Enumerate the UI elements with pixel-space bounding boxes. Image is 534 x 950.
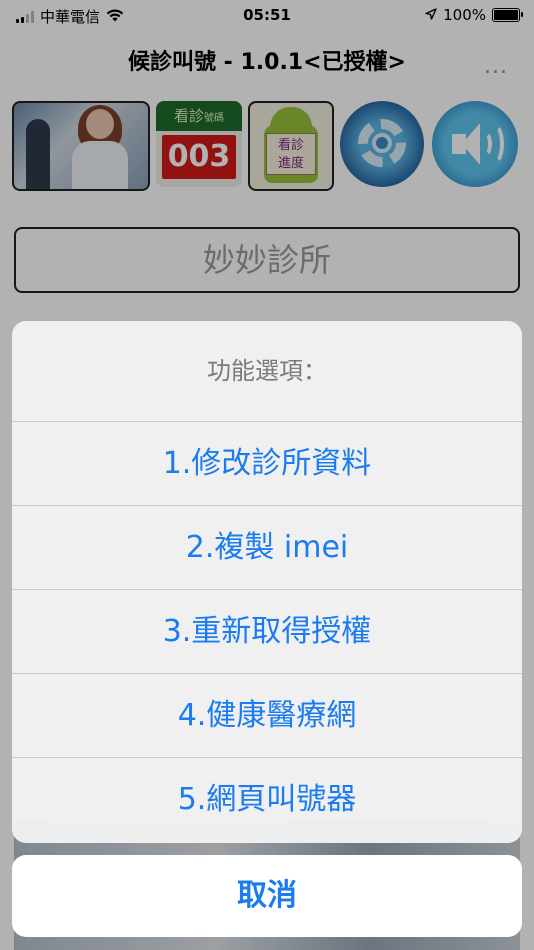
option-health-network[interactable]: 4.健康醫療網	[12, 674, 522, 758]
option-copy-imei[interactable]: 2.複製 imei	[12, 506, 522, 590]
cancel-button[interactable]: 取消	[12, 855, 522, 937]
action-sheet: 功能選項： 1.修改診所資料 2.複製 imei 3.重新取得授權 4.健康醫療…	[12, 321, 522, 843]
option-web-caller[interactable]: 5.網頁叫號器	[12, 758, 522, 842]
option-reauthorize[interactable]: 3.重新取得授權	[12, 590, 522, 674]
option-edit-clinic[interactable]: 1.修改診所資料	[12, 422, 522, 506]
action-sheet-title: 功能選項：	[12, 321, 522, 422]
